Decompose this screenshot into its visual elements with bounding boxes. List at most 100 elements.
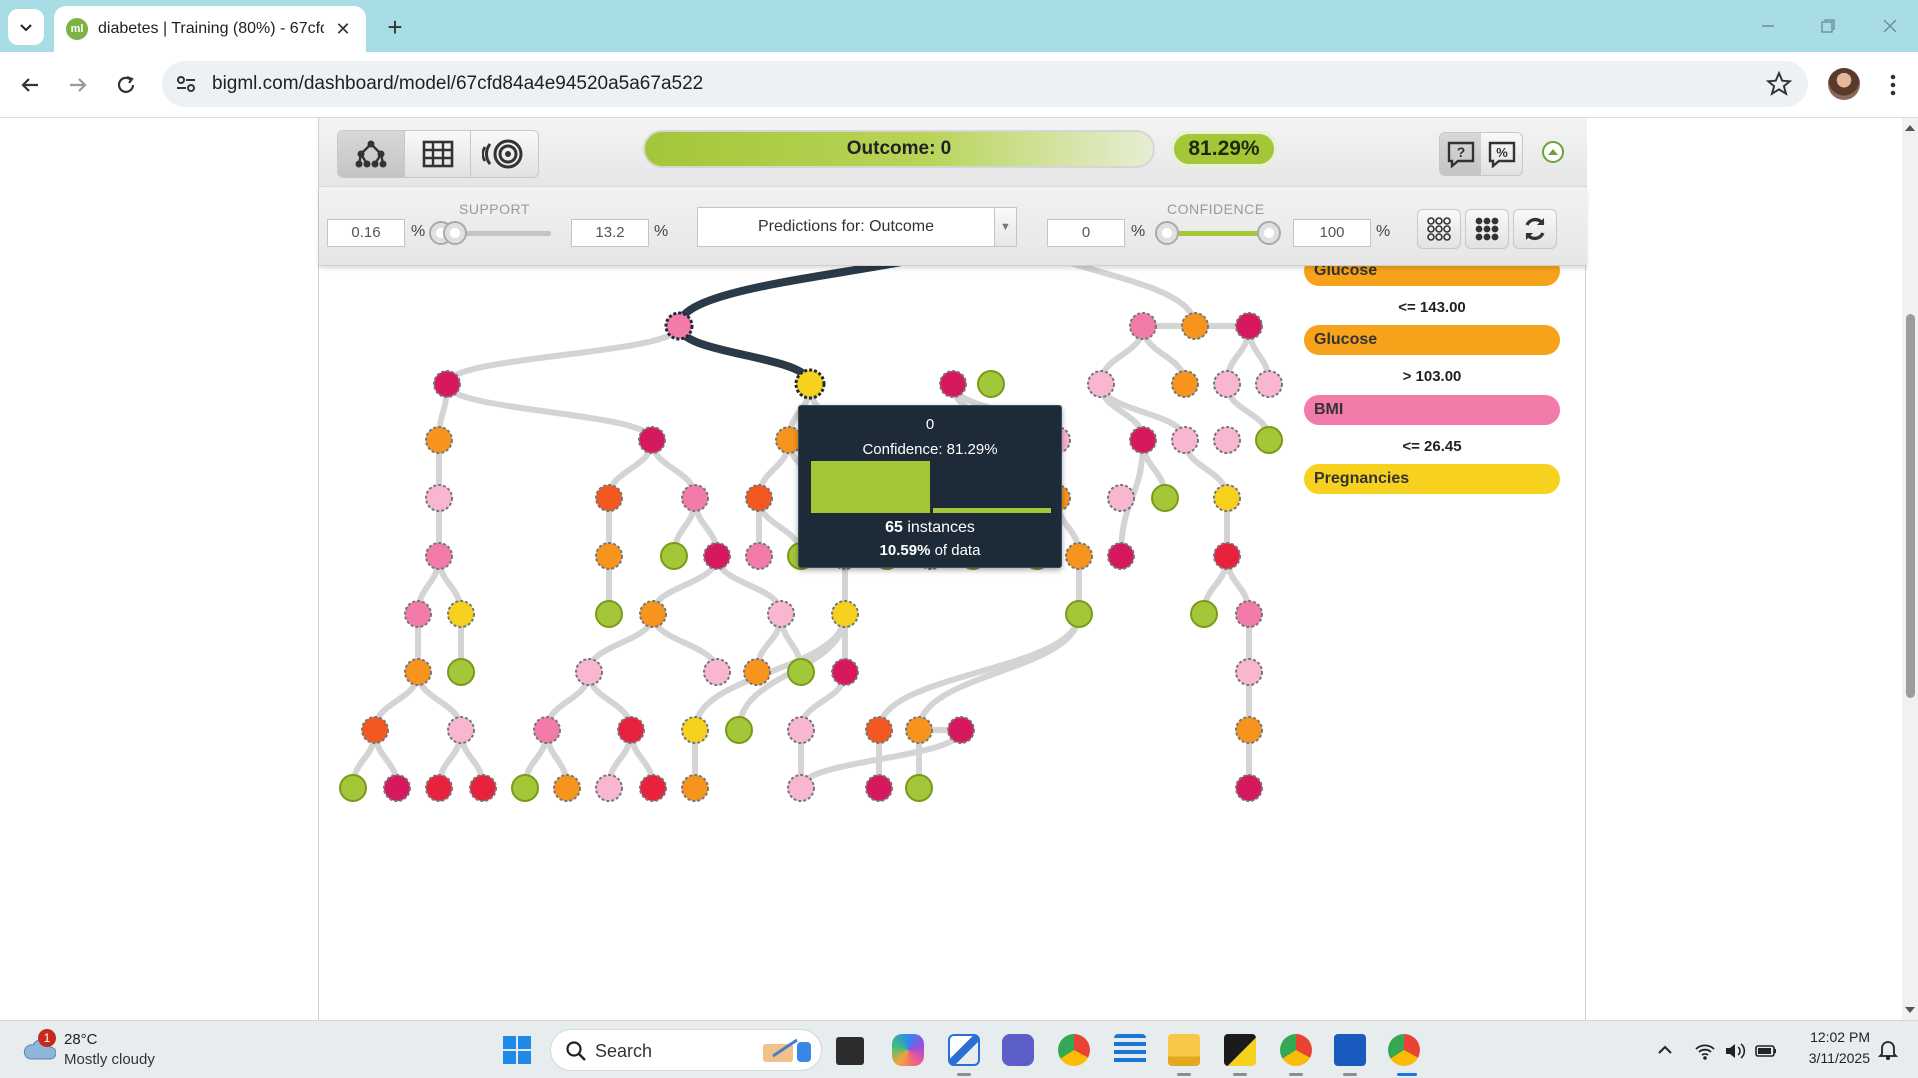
tree-node[interactable] xyxy=(1190,600,1218,628)
tree-node[interactable] xyxy=(794,368,826,400)
clock-date[interactable]: 3/11/2025 xyxy=(1796,1050,1870,1066)
url-omnibox[interactable]: bigml.com/dashboard/model/67cfd84a4e9452… xyxy=(162,61,1808,107)
close-tab-icon[interactable]: ✕ xyxy=(332,18,354,40)
tree-node[interactable] xyxy=(361,716,389,744)
tree-node[interactable] xyxy=(1065,600,1093,628)
tree-node[interactable] xyxy=(1255,370,1283,398)
tree-node[interactable] xyxy=(745,542,773,570)
collapse-panel-icon[interactable] xyxy=(1541,140,1565,164)
clock-time[interactable]: 12:02 PM xyxy=(1796,1029,1870,1045)
tree-node[interactable] xyxy=(1181,312,1209,340)
percent-tooltip-button[interactable]: % xyxy=(1481,133,1522,175)
tree-node[interactable] xyxy=(787,658,815,686)
help-tooltip-button[interactable]: ? xyxy=(1440,133,1481,175)
task-view-icon[interactable] xyxy=(836,1037,864,1065)
tree-node[interactable] xyxy=(865,716,893,744)
tree-node[interactable] xyxy=(1129,312,1157,340)
confidence-max-input[interactable]: 100 xyxy=(1293,219,1371,247)
chrome-profile-icon[interactable] xyxy=(1280,1034,1312,1066)
notification-bell-icon[interactable] xyxy=(1878,1039,1898,1061)
tree-node[interactable] xyxy=(725,716,753,744)
tree-node[interactable] xyxy=(595,600,623,628)
sunburst-view-button[interactable] xyxy=(471,131,538,177)
chevron-up-icon[interactable] xyxy=(1656,1041,1674,1059)
windows-start-icon[interactable] xyxy=(502,1035,532,1065)
scroll-up-icon[interactable] xyxy=(1902,120,1918,136)
sparse-grid-button[interactable] xyxy=(1417,209,1461,249)
tree-node[interactable] xyxy=(639,600,667,628)
tree-node[interactable] xyxy=(1235,774,1263,802)
tree-node[interactable] xyxy=(1171,426,1199,454)
tree-node[interactable] xyxy=(511,774,539,802)
tree-node[interactable] xyxy=(404,600,432,628)
predictions-select[interactable]: Predictions for: Outcome ▼ xyxy=(697,207,1017,247)
tree-node[interactable] xyxy=(1235,312,1263,340)
confidence-slider-min-handle[interactable] xyxy=(1155,221,1179,245)
tree-node[interactable] xyxy=(575,658,603,686)
bookmark-star-icon[interactable] xyxy=(1766,71,1792,97)
tree-node[interactable] xyxy=(905,774,933,802)
tree-node[interactable] xyxy=(433,370,461,398)
tree-node[interactable] xyxy=(595,774,623,802)
weather-temperature[interactable]: 28°C xyxy=(64,1031,98,1048)
tree-node[interactable] xyxy=(425,426,453,454)
browser-menu-button[interactable] xyxy=(1878,68,1908,102)
tree-node[interactable] xyxy=(1235,600,1263,628)
tree-node[interactable] xyxy=(905,716,933,744)
tree-node[interactable] xyxy=(767,600,795,628)
tree-node[interactable] xyxy=(745,484,773,512)
dense-grid-button[interactable] xyxy=(1465,209,1509,249)
tree-node[interactable] xyxy=(383,774,411,802)
tree-node[interactable] xyxy=(339,774,367,802)
tree-node[interactable] xyxy=(447,658,475,686)
tree-node[interactable] xyxy=(447,600,475,628)
tree-node[interactable] xyxy=(939,370,967,398)
tree-node[interactable] xyxy=(977,370,1005,398)
tree-node[interactable] xyxy=(1107,484,1135,512)
tree-node[interactable] xyxy=(1151,484,1179,512)
chrome-icon[interactable] xyxy=(1058,1034,1090,1066)
tree-node[interactable] xyxy=(447,716,475,744)
tree-node[interactable] xyxy=(664,311,694,341)
tree-node[interactable] xyxy=(1213,484,1241,512)
tree-node[interactable] xyxy=(425,774,453,802)
battery-icon[interactable] xyxy=(1754,1041,1778,1061)
tree-node[interactable] xyxy=(831,658,859,686)
site-settings-icon[interactable] xyxy=(174,72,198,96)
tree-node[interactable] xyxy=(595,542,623,570)
tree-node[interactable] xyxy=(1235,716,1263,744)
back-button[interactable] xyxy=(12,67,48,103)
tree-node[interactable] xyxy=(533,716,561,744)
tree-node[interactable] xyxy=(1171,370,1199,398)
support-max-input[interactable]: 13.2 xyxy=(571,219,649,247)
scroll-down-icon[interactable] xyxy=(1902,1002,1918,1018)
tree-node[interactable] xyxy=(831,600,859,628)
profile-avatar[interactable] xyxy=(1828,68,1860,100)
copilot-icon[interactable] xyxy=(892,1034,924,1066)
tree-node[interactable] xyxy=(1213,426,1241,454)
tree-node[interactable] xyxy=(681,716,709,744)
tree-view-button[interactable] xyxy=(338,131,405,177)
tab-search-button[interactable] xyxy=(8,9,44,45)
tree-node[interactable] xyxy=(1235,658,1263,686)
reload-button[interactable] xyxy=(108,67,144,103)
notepad-icon[interactable] xyxy=(1114,1034,1146,1066)
tree-node[interactable] xyxy=(469,774,497,802)
tree-node[interactable] xyxy=(425,484,453,512)
tree-node[interactable] xyxy=(1065,542,1093,570)
minimize-button[interactable] xyxy=(1748,10,1788,42)
weather-description[interactable]: Mostly cloudy xyxy=(64,1051,155,1068)
page-scrollbar[interactable] xyxy=(1902,118,1918,1020)
teams-icon[interactable] xyxy=(1002,1034,1034,1066)
tree-node[interactable] xyxy=(1255,426,1283,454)
tree-node[interactable] xyxy=(947,716,975,744)
new-tab-button[interactable]: + xyxy=(380,12,410,42)
confidence-min-input[interactable]: 0 xyxy=(1047,219,1125,247)
tree-node[interactable] xyxy=(617,716,645,744)
snipping-tool-icon[interactable] xyxy=(948,1034,980,1066)
tree-node[interactable] xyxy=(553,774,581,802)
word-icon[interactable] xyxy=(1334,1034,1366,1066)
tree-node[interactable] xyxy=(703,658,731,686)
support-slider-max-handle[interactable] xyxy=(443,221,467,245)
tree-node[interactable] xyxy=(743,658,771,686)
